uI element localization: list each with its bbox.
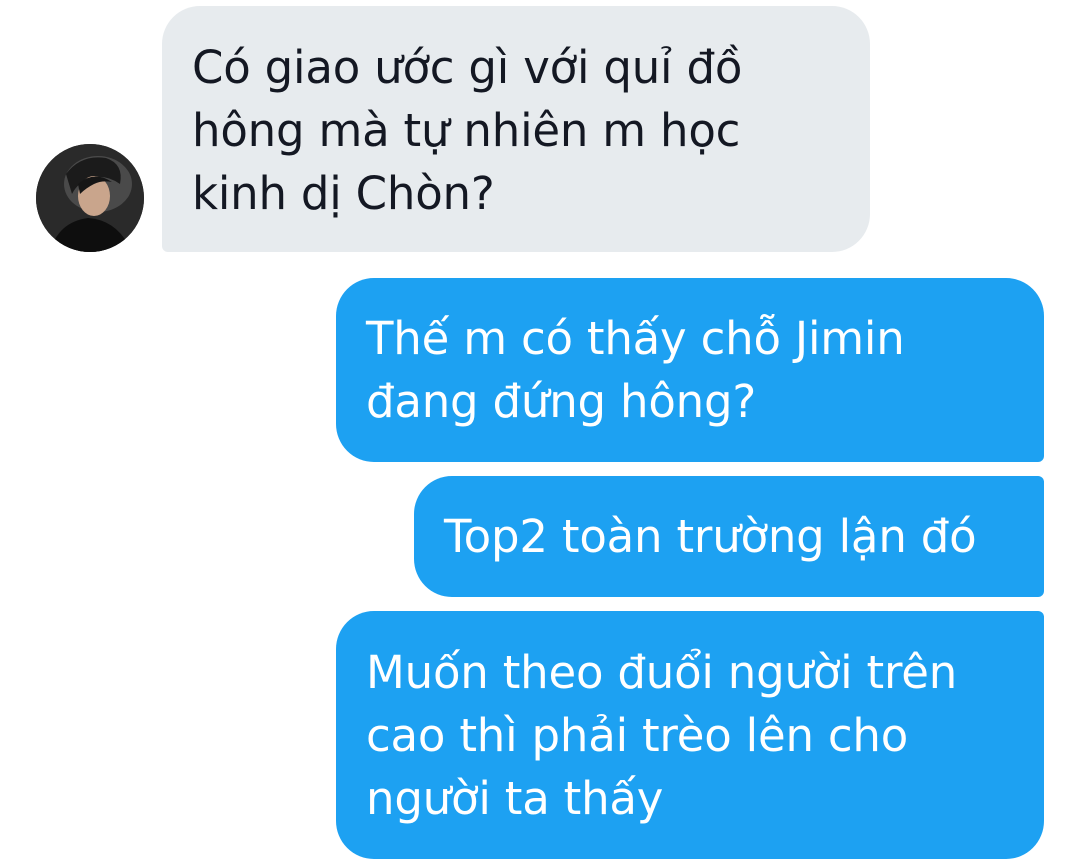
sent-message-bubble[interactable]: Thế m có thấy chỗ Jimin đang đứng hông? (336, 278, 1044, 462)
contact-avatar[interactable] (36, 144, 144, 252)
sent-message-bubble[interactable]: Top2 toàn trường lận đó (414, 476, 1044, 597)
received-message-bubble[interactable]: Có giao ước gì với quỉ đồ hông mà tự nhi… (162, 6, 870, 252)
sent-message-bubble[interactable]: Muốn theo đuổi người trên cao thì phải t… (336, 611, 1044, 859)
person-photo-icon (36, 144, 144, 252)
